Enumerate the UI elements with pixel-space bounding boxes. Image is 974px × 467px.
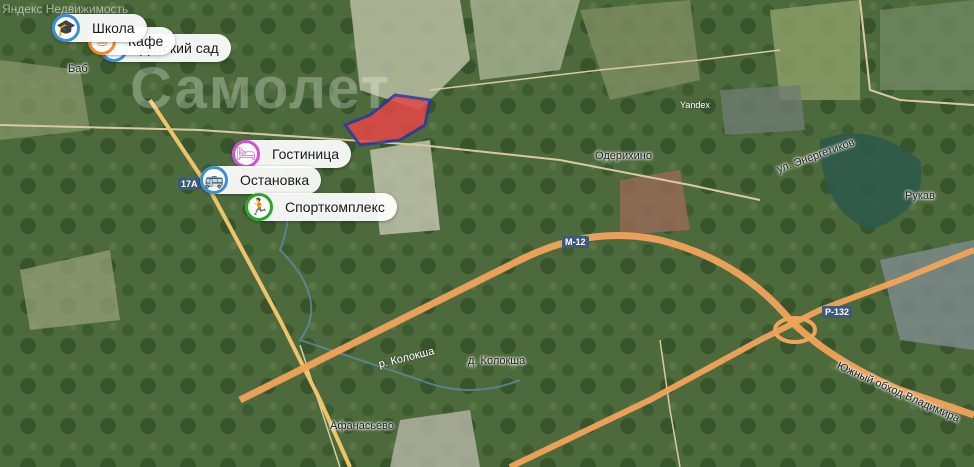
label-afanasevo: Афанасьево (330, 420, 395, 432)
label-yandex: Yandex (680, 100, 710, 110)
graduation-cap-icon: 🎓 (52, 14, 80, 42)
road-shield-17a: 17А (178, 178, 201, 190)
road-shield-m12: М-12 (562, 236, 589, 248)
road-shield-r132: Р-132 (822, 306, 853, 318)
runner-icon: 🏃 (245, 193, 273, 221)
label-rukav: Рукав (905, 190, 935, 202)
label-odherikhino: Одерихино (595, 150, 652, 162)
label-babaevo: Баб (68, 63, 88, 75)
bed-icon: 🛏 (232, 140, 260, 168)
bus-icon: 🚌 (200, 166, 228, 194)
label-kolokcha-village: д. Колокша (468, 355, 526, 367)
watermark-samolet: Самолет (130, 56, 391, 121)
map-view[interactable]: Яндекс Недвижимость Самолет Одерихино Ру… (0, 0, 974, 467)
